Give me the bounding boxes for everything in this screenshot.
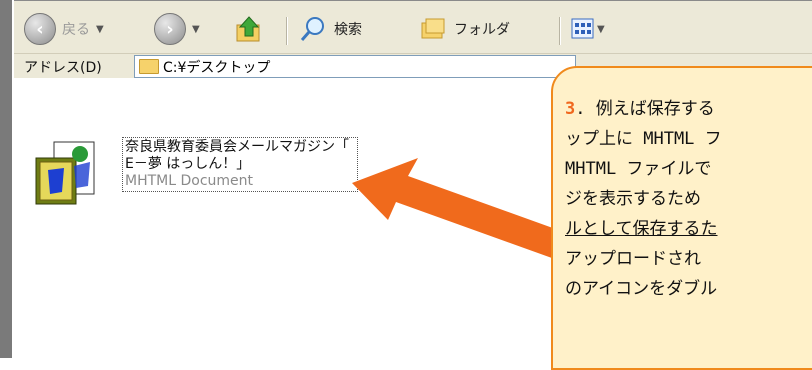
note-line-6: アップロードされ xyxy=(565,249,701,269)
note-line-3: MHTML ファイルで xyxy=(565,159,712,179)
note-line-4: ジを表示するため xyxy=(565,189,701,209)
note-line-2: ップ上に MHTML フ xyxy=(565,129,722,149)
note-line-1-text: . 例えば保存する xyxy=(575,99,715,119)
note-line-1: 3. 例えば保存する xyxy=(565,94,715,119)
note-step-number: 3 xyxy=(565,99,576,119)
note-line-7: のアイコンをダブル xyxy=(565,279,718,299)
instruction-note: 3. 例えば保存する ップ上に MHTML フ MHTML ファイルで ジを表示… xyxy=(551,66,812,370)
arrow-icon xyxy=(352,158,575,262)
note-line-5: ルとして保存するた xyxy=(565,219,718,239)
